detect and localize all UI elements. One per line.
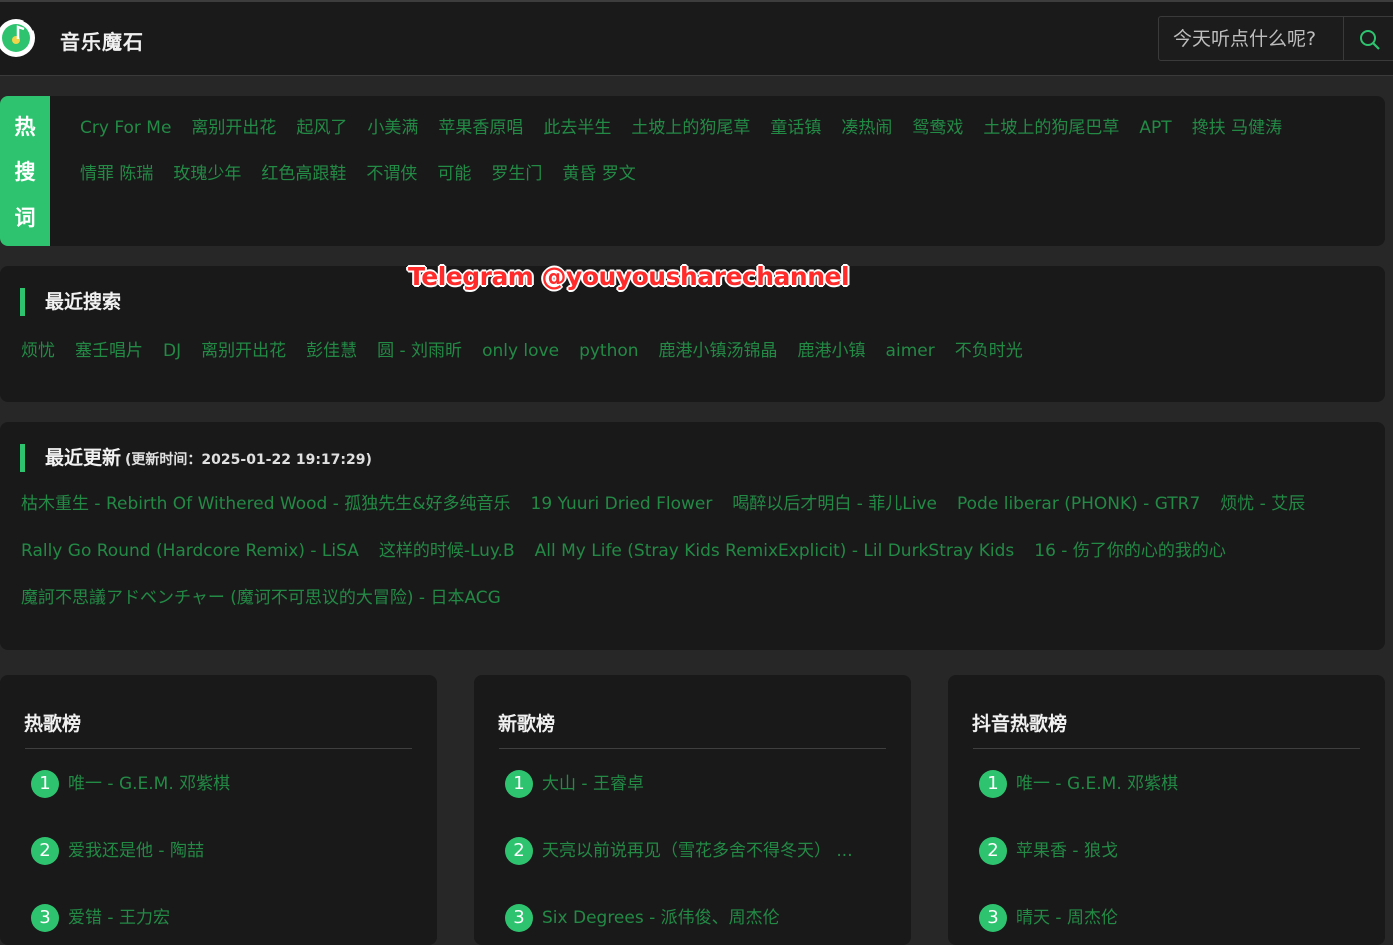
search-word-link[interactable]: DJ <box>163 337 181 365</box>
search-word-link[interactable]: Cry For Me <box>80 114 171 160</box>
song-title-link[interactable]: 唯一 - G.E.M. 邓紫棋 <box>68 771 230 797</box>
hot-search-card: 热 搜 词 Cry For Me 离别开出花 起风了 小美满 苹果香原唱 此去半生 土坡上的… <box>0 96 1385 246</box>
recent-search-words: 烦忧 塞壬唱片 DJ 离别开出花 彭佳慧圆 - 刘雨昕 only love python 鹿港… <box>21 337 1371 365</box>
song-title-link[interactable]: 大山 - 王睿卓 <box>542 771 644 797</box>
rank-badge: 1 <box>31 770 59 798</box>
search-word-link[interactable]: 此去半生 <box>543 114 611 160</box>
chart-song-item[interactable]: 2 苹果香 - 狼戈 <box>979 837 1359 867</box>
search-word-link[interactable]: 鹿港小镇汤锦晶 <box>659 337 778 365</box>
chart-title[interactable]: 新歌榜 <box>498 709 555 736</box>
recent-update-card: 最近更新 (更新时间：2025-01-22 19:17:29) 枯木重生 - Re… <box>0 422 1385 650</box>
search-word-link[interactable]: 鸳鸯戏 <box>912 114 963 160</box>
search-word-link[interactable]: only love <box>482 337 559 365</box>
search-word-link[interactable]: python <box>579 337 638 365</box>
search-word-link[interactable]: 苹果香原唱 <box>438 114 523 160</box>
search-word-link[interactable]: 起风了 <box>296 114 347 160</box>
search-word-link[interactable]: 喝醉以后才明白 - 菲儿Live <box>732 490 937 537</box>
search-word-link[interactable]: 圆 - 刘雨昕 <box>377 337 462 365</box>
song-title-link[interactable]: 晴天 - 周杰伦 <box>1016 905 1118 931</box>
chart-song-item[interactable]: 3 爱错 - 王力宏 <box>31 904 411 934</box>
song-title-link[interactable]: 唯一 - G.E.M. 邓紫棋 <box>1016 771 1178 797</box>
search-icon <box>1360 30 1380 50</box>
search-word-link[interactable]: 土坡上的狗尾草 <box>631 114 750 160</box>
search-word-link[interactable]: 不谓侠 <box>366 160 417 206</box>
site-title[interactable]: 音乐魔石 <box>60 26 144 55</box>
site-header: 音乐魔石 <box>0 2 1393 76</box>
search-word-link[interactable]: 红色高跟鞋 <box>261 160 346 206</box>
search-word-link[interactable]: 19 Yuuri Dried Flower <box>531 490 713 537</box>
recent-update-title: 最近更新 (更新时间：2025-01-22 19:17:29) <box>20 444 372 472</box>
hot-search-tab: 热 搜 词 <box>0 96 50 246</box>
chart-song-item[interactable]: 2 天亮以前说再见（雪花多舍不得冬天） ... <box>505 837 885 867</box>
search-word-link[interactable]: 土坡上的狗尾巴草 <box>983 114 1119 160</box>
song-title-link[interactable]: Six Degrees - 派伟俊、周杰伦 <box>542 905 780 931</box>
update-time: (更新时间：2025-01-22 19:17:29) <box>125 452 372 468</box>
divider <box>973 748 1360 749</box>
hot-tab-char: 词 <box>14 206 36 230</box>
hot-tab-char: 搜 <box>14 160 36 184</box>
rank-badge: 1 <box>505 770 533 798</box>
song-title-link[interactable]: 爱错 - 王力宏 <box>68 905 170 931</box>
song-title-link[interactable]: 天亮以前说再见（雪花多舍不得冬天） ... <box>542 838 853 864</box>
hot-search-words: Cry For Me 离别开出花 起风了 小美满 苹果香原唱 此去半生 土坡上的狗尾草 童话镇… <box>80 114 1370 206</box>
chart-title[interactable]: 抖音热歌榜 <box>972 709 1067 736</box>
rank-badge: 3 <box>979 904 1007 932</box>
rank-badge: 3 <box>505 904 533 932</box>
recent-update-list: 枯木重生 - Rebirth Of Withered Wood - 孤独先生&好… <box>21 490 1371 631</box>
chart-song-item[interactable]: 3 晴天 - 周杰伦 <box>979 904 1359 934</box>
search-word-link[interactable]: 黄昏 罗文 <box>562 160 635 206</box>
search-word-link[interactable]: 情罪 陈瑞 <box>80 160 153 206</box>
search-word-link[interactable]: 小美满 <box>367 114 418 160</box>
song-title-link[interactable]: 爱我还是他 - 陶喆 <box>68 838 204 864</box>
search-word-link[interactable]: 塞壬唱片 <box>75 337 143 365</box>
search-word-link[interactable]: 16 - 伤了你的心的我的心 <box>1034 537 1226 584</box>
search-input[interactable] <box>1158 16 1344 61</box>
search-word-link[interactable]: 魔訶不思議アドベンチャー (魔诃不可思议的大冒险) - 日本ACG <box>21 584 501 631</box>
search-word-link[interactable]: 不负时光 <box>955 337 1023 365</box>
search-word-link[interactable]: All My Life (Stray Kids RemixExplicit) -… <box>535 537 1015 584</box>
rank-badge: 3 <box>31 904 59 932</box>
search-word-link[interactable]: Pode liberar (PHONK) - GTR7 <box>957 490 1200 537</box>
music-disc-logo-icon[interactable] <box>0 18 36 58</box>
watermark-text: Telegram @youyousharechannel <box>408 262 850 291</box>
search-button[interactable] <box>1343 16 1393 61</box>
chart-card-hot: 热歌榜 1 唯一 - G.E.M. 邓紫棋 2 爱我还是他 - 陶喆 3 爱错 - 王力宏 <box>0 675 437 945</box>
search-word-link[interactable]: 这样的时候-Luy.B <box>379 537 515 584</box>
search-word-link[interactable]: 彭佳慧 <box>306 337 357 365</box>
chart-song-item[interactable]: 1 唯一 - G.E.M. 邓紫棋 <box>979 770 1359 800</box>
search-word-link[interactable]: Rally Go Round (Hardcore Remix) - LiSA <box>21 537 359 584</box>
chart-song-item[interactable]: 2 爱我还是他 - 陶喆 <box>31 837 411 867</box>
search-word-link[interactable]: 可能 <box>437 160 471 206</box>
search-word-link[interactable]: 玫瑰少年 <box>173 160 241 206</box>
rank-badge: 2 <box>979 837 1007 865</box>
search-word-link[interactable]: 枯木重生 - Rebirth Of Withered Wood - 孤独先生&好… <box>21 490 511 537</box>
search-word-link[interactable]: 烦忧 - 艾辰 <box>1220 490 1305 537</box>
search-word-link[interactable]: aimer <box>886 337 935 365</box>
search-word-link[interactable]: 凑热闹 <box>841 114 892 160</box>
search-word-link[interactable]: APT <box>1139 114 1171 160</box>
search-word-link[interactable]: 离别开出花 <box>201 337 286 365</box>
search-word-link[interactable]: 搀扶 马健涛 <box>1192 114 1282 160</box>
chart-card-douyin: 抖音热歌榜 1 唯一 - G.E.M. 邓紫棋 2 苹果香 - 狼戈 3 晴天 - 周杰伦 <box>948 675 1385 945</box>
recent-search-title: 最近搜索 <box>20 288 121 316</box>
rank-badge: 1 <box>979 770 1007 798</box>
chart-song-item[interactable]: 1 唯一 - G.E.M. 邓紫棋 <box>31 770 411 800</box>
divider <box>25 748 412 749</box>
search-word-link[interactable]: 离别开出花 <box>191 114 276 160</box>
hot-tab-char: 热 <box>14 115 36 139</box>
chart-song-item[interactable]: 1 大山 - 王睿卓 <box>505 770 885 800</box>
chart-title[interactable]: 热歌榜 <box>24 709 81 736</box>
search-word-link[interactable]: 烦忧 <box>21 337 55 365</box>
rank-badge: 2 <box>505 837 533 865</box>
search-word-link[interactable]: 罗生门 <box>491 160 542 206</box>
rank-badge: 2 <box>31 837 59 865</box>
search-word-link[interactable]: 鹿港小镇 <box>798 337 866 365</box>
section-title-text: 最近搜索 <box>45 291 122 313</box>
song-title-link[interactable]: 苹果香 - 狼戈 <box>1016 838 1118 864</box>
chart-song-item[interactable]: 3 Six Degrees - 派伟俊、周杰伦 <box>505 904 885 934</box>
search-word-link[interactable]: 童话镇 <box>770 114 821 160</box>
section-title-text: 最近更新 <box>45 447 122 469</box>
chart-card-new: 新歌榜 1 大山 - 王睿卓 2 天亮以前说再见（雪花多舍不得冬天） ... 3 Six … <box>474 675 911 945</box>
divider <box>499 748 886 749</box>
